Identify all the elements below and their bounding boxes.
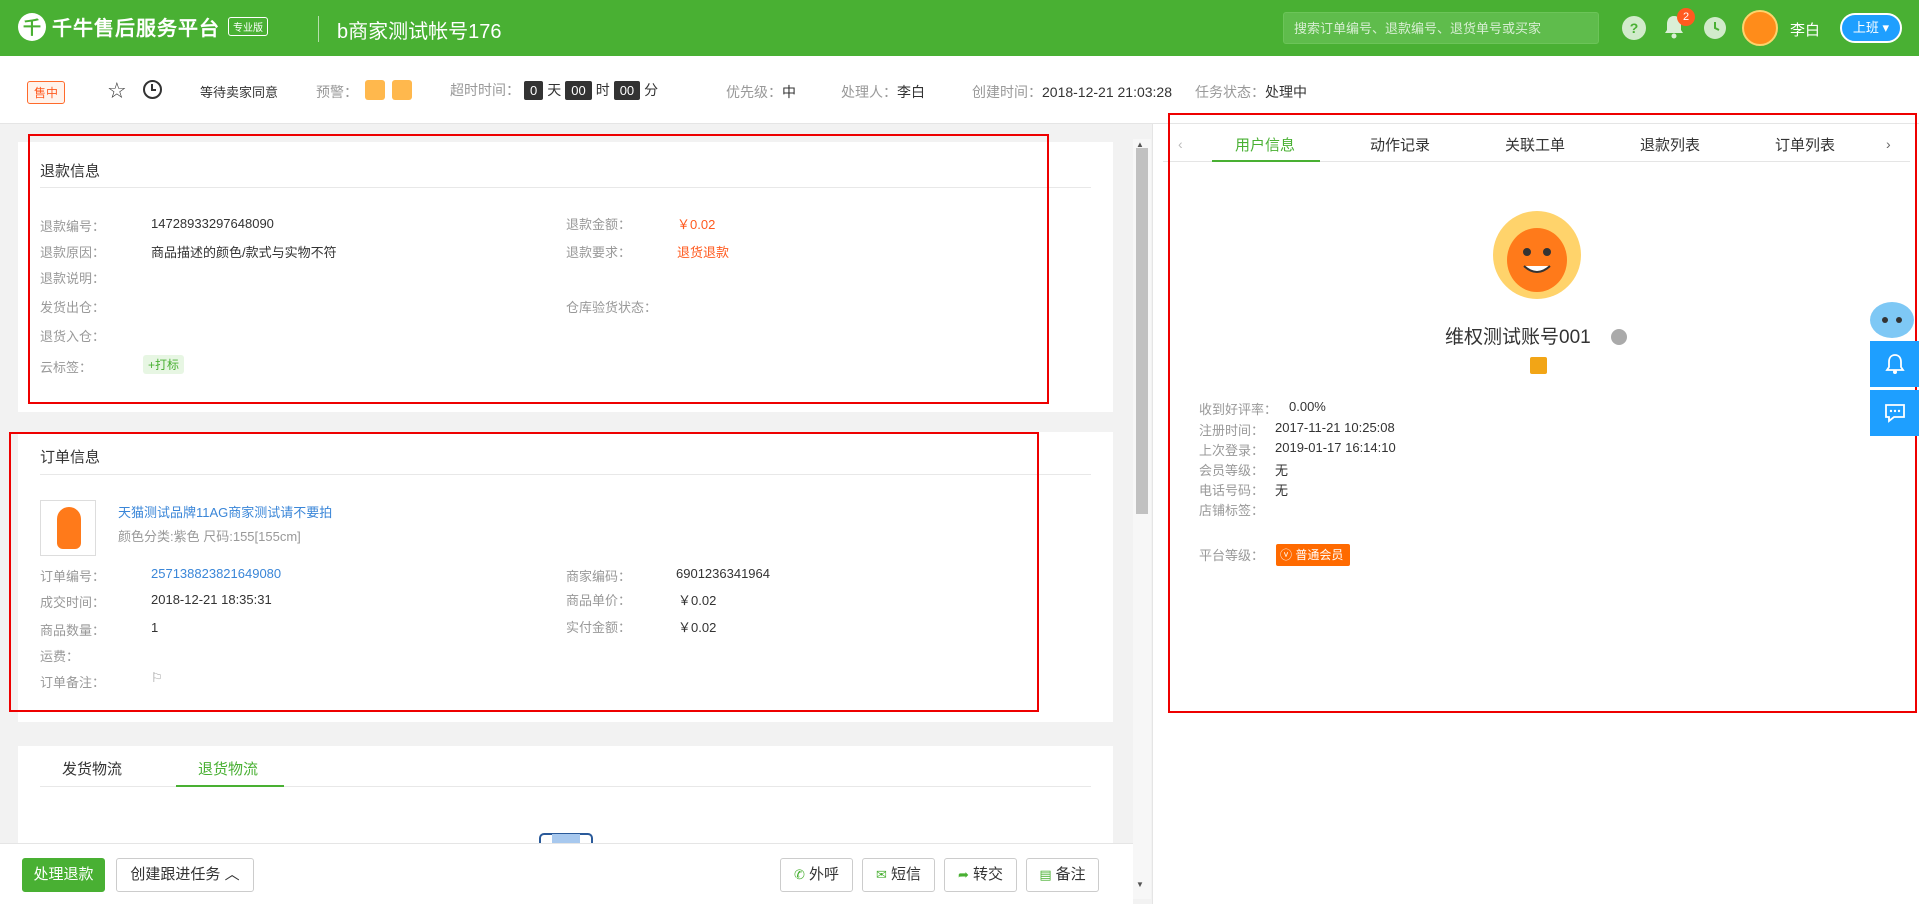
handler-value: 李白: [897, 84, 925, 100]
header-divider: [318, 16, 319, 42]
order-highlight-box: [9, 432, 1039, 712]
warning-label: 预警：: [316, 84, 358, 100]
task-status-value: 处理中: [1265, 84, 1307, 100]
warning-person-icon: [392, 80, 412, 100]
duty-status-button[interactable]: 上班 ▾: [1840, 13, 1902, 43]
sms-button[interactable]: ✉ 短信: [862, 858, 935, 892]
task-status-field: 任务状态：处理中: [1195, 82, 1307, 102]
hour-unit: 时: [595, 82, 610, 98]
bell-icon: [1885, 354, 1905, 374]
status-badge: 售中: [27, 81, 66, 104]
handler-label: 处理人：: [841, 84, 897, 100]
call-label: 外呼: [808, 866, 839, 883]
top-header: 千 千牛售后服务平台 专业版 b商家测试帐号176 搜索订单编号、退款编号、退货…: [0, 0, 1919, 56]
notification-count-badge: 2: [1677, 8, 1695, 26]
chat-float-button[interactable]: [1870, 390, 1919, 436]
mail-icon: ✉: [876, 867, 887, 882]
sms-label: 短信: [890, 866, 921, 883]
process-refund-button[interactable]: 处理退款: [22, 858, 105, 892]
scrollbar-thumb[interactable]: [1136, 148, 1148, 514]
notification-float-button[interactable]: [1870, 341, 1919, 387]
edition-badge: 专业版: [228, 17, 268, 36]
share-arrow-icon: ➦: [958, 867, 969, 882]
timeout-label: 超时时间：: [450, 82, 520, 98]
call-button[interactable]: ✆ 外呼: [780, 858, 853, 892]
scroll-up-icon[interactable]: ▲: [1136, 140, 1144, 149]
priority-field: 优先级：中: [726, 82, 796, 102]
assistant-mascot-icon[interactable]: [1868, 298, 1916, 342]
duty-status-label: 上班: [1852, 20, 1879, 35]
created-label: 创建时间：: [972, 84, 1042, 100]
timeout-days: 0: [524, 81, 544, 100]
remark-label: 备注: [1055, 866, 1086, 883]
chat-bubble-icon: [1885, 404, 1905, 423]
account-title: b商家测试帐号176: [337, 21, 502, 43]
transfer-button[interactable]: ➦ 转交: [944, 858, 1017, 892]
active-tab-indicator: [176, 785, 284, 787]
tab-return-logistics[interactable]: 退货物流: [198, 758, 258, 779]
timeout-group: 超时时间： 0 天 00 时 00 分: [450, 80, 658, 100]
timeout-hours: 00: [565, 81, 592, 100]
note-icon: ▤: [1039, 867, 1052, 882]
create-task-button[interactable]: 创建跟进任务 ︿: [116, 858, 254, 892]
app-name: 千牛售后服务平台: [52, 18, 220, 40]
logo-icon: 千: [18, 12, 46, 41]
priority-label: 优先级：: [726, 84, 782, 100]
task-status-label: 任务状态：: [1195, 84, 1265, 100]
help-icon[interactable]: ?: [1622, 16, 1646, 40]
priority-value: 中: [782, 84, 796, 100]
star-icon[interactable]: ☆: [107, 78, 127, 104]
minute-unit: 分: [644, 82, 659, 98]
user-avatar[interactable]: [1742, 10, 1778, 46]
refund-highlight-box: [28, 134, 1049, 404]
reminder-clock-icon[interactable]: [143, 80, 162, 99]
stage-text: 等待卖家同意: [200, 85, 279, 100]
history-clock-icon[interactable]: [1703, 16, 1727, 40]
created-field: 创建时间：2018-12-21 21:03:28: [972, 82, 1172, 102]
search-input[interactable]: 搜索订单编号、退款编号、退货单号或买家: [1283, 12, 1599, 44]
handler-field: 处理人：李白: [841, 82, 925, 102]
action-bar: 处理退款 创建跟进任务 ︿ ✆ 外呼 ✉ 短信 ➦ 转交 ▤ 备注: [0, 843, 1133, 904]
app-logo[interactable]: 千 千牛售后服务平台 专业版: [18, 12, 268, 41]
user-info-highlight-box: [1168, 113, 1917, 713]
scroll-down-icon[interactable]: ▼: [1136, 880, 1144, 889]
phone-icon: ✆: [794, 867, 805, 882]
warning-face-icon: [365, 80, 385, 100]
chevron-up-icon: ︿: [224, 866, 240, 883]
user-name[interactable]: 李白: [1790, 19, 1820, 40]
create-task-label: 创建跟进任务: [130, 866, 221, 883]
remark-button[interactable]: ▤ 备注: [1026, 858, 1099, 892]
day-unit: 天: [547, 82, 562, 98]
timeout-minutes: 00: [613, 81, 641, 100]
created-value: 2018-12-21 21:03:28: [1042, 84, 1172, 100]
tab-shipping-logistics[interactable]: 发货物流: [62, 758, 122, 779]
transfer-label: 转交: [972, 866, 1003, 883]
